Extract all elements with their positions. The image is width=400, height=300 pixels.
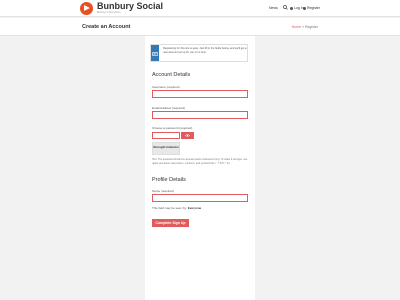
logo-icon[interactable] bbox=[80, 2, 93, 15]
breadcrumb: Home » Register bbox=[292, 25, 318, 29]
breadcrumb-home-link[interactable]: Home bbox=[292, 25, 301, 29]
username-label: Username (required) bbox=[152, 85, 180, 89]
site-tagline: Bunbury's best forum bbox=[97, 11, 121, 14]
info-icon bbox=[152, 52, 158, 56]
eye-icon bbox=[185, 134, 190, 137]
username-input[interactable] bbox=[152, 90, 248, 98]
password-input[interactable] bbox=[152, 132, 180, 139]
email-input[interactable] bbox=[152, 111, 248, 119]
password-strength-indicator: Strength indicator bbox=[152, 142, 180, 155]
user-icon bbox=[290, 6, 293, 10]
page-titlebar: Create an Account Home » Register bbox=[0, 18, 400, 36]
visibility-prefix: This field may be seen by: bbox=[152, 206, 187, 210]
breadcrumb-current: Register bbox=[304, 25, 318, 29]
page-title: Create an Account bbox=[82, 24, 131, 30]
email-label: Email Address (required) bbox=[152, 106, 186, 110]
password-label: Choose a password (required) bbox=[152, 126, 193, 130]
site-header: Bunbury Social Bunbury's best forum News… bbox=[0, 0, 400, 17]
name-input[interactable] bbox=[152, 194, 248, 202]
visibility-value[interactable]: Everyone bbox=[188, 206, 202, 210]
field-visibility-note: This field may be seen by: Everyone bbox=[152, 206, 201, 210]
name-label: Name (required) bbox=[152, 189, 174, 193]
account-details-heading: Account Details bbox=[152, 72, 191, 78]
breadcrumb-separator: » bbox=[302, 25, 304, 29]
nav-news-link[interactable]: News bbox=[269, 6, 278, 10]
password-visibility-toggle[interactable] bbox=[181, 132, 194, 139]
site-name[interactable]: Bunbury Social bbox=[97, 1, 163, 11]
password-hint: Hint: The password should be at least tw… bbox=[152, 158, 248, 165]
nav-register-link[interactable]: Register bbox=[303, 6, 320, 10]
nav-login-link[interactable]: Log in bbox=[290, 6, 304, 10]
registration-notice: Registering for this site is easy. Just … bbox=[150, 44, 248, 62]
nav-register-label: Register bbox=[307, 6, 321, 10]
notice-text: Registering for this site is easy. Just … bbox=[163, 47, 247, 54]
profile-details-heading: Profile Details bbox=[152, 177, 186, 183]
user-plus-icon bbox=[303, 6, 306, 10]
complete-sign-up-button[interactable]: Complete Sign Up bbox=[152, 219, 189, 227]
notice-accent-bar bbox=[151, 45, 159, 61]
search-icon[interactable] bbox=[283, 5, 288, 10]
